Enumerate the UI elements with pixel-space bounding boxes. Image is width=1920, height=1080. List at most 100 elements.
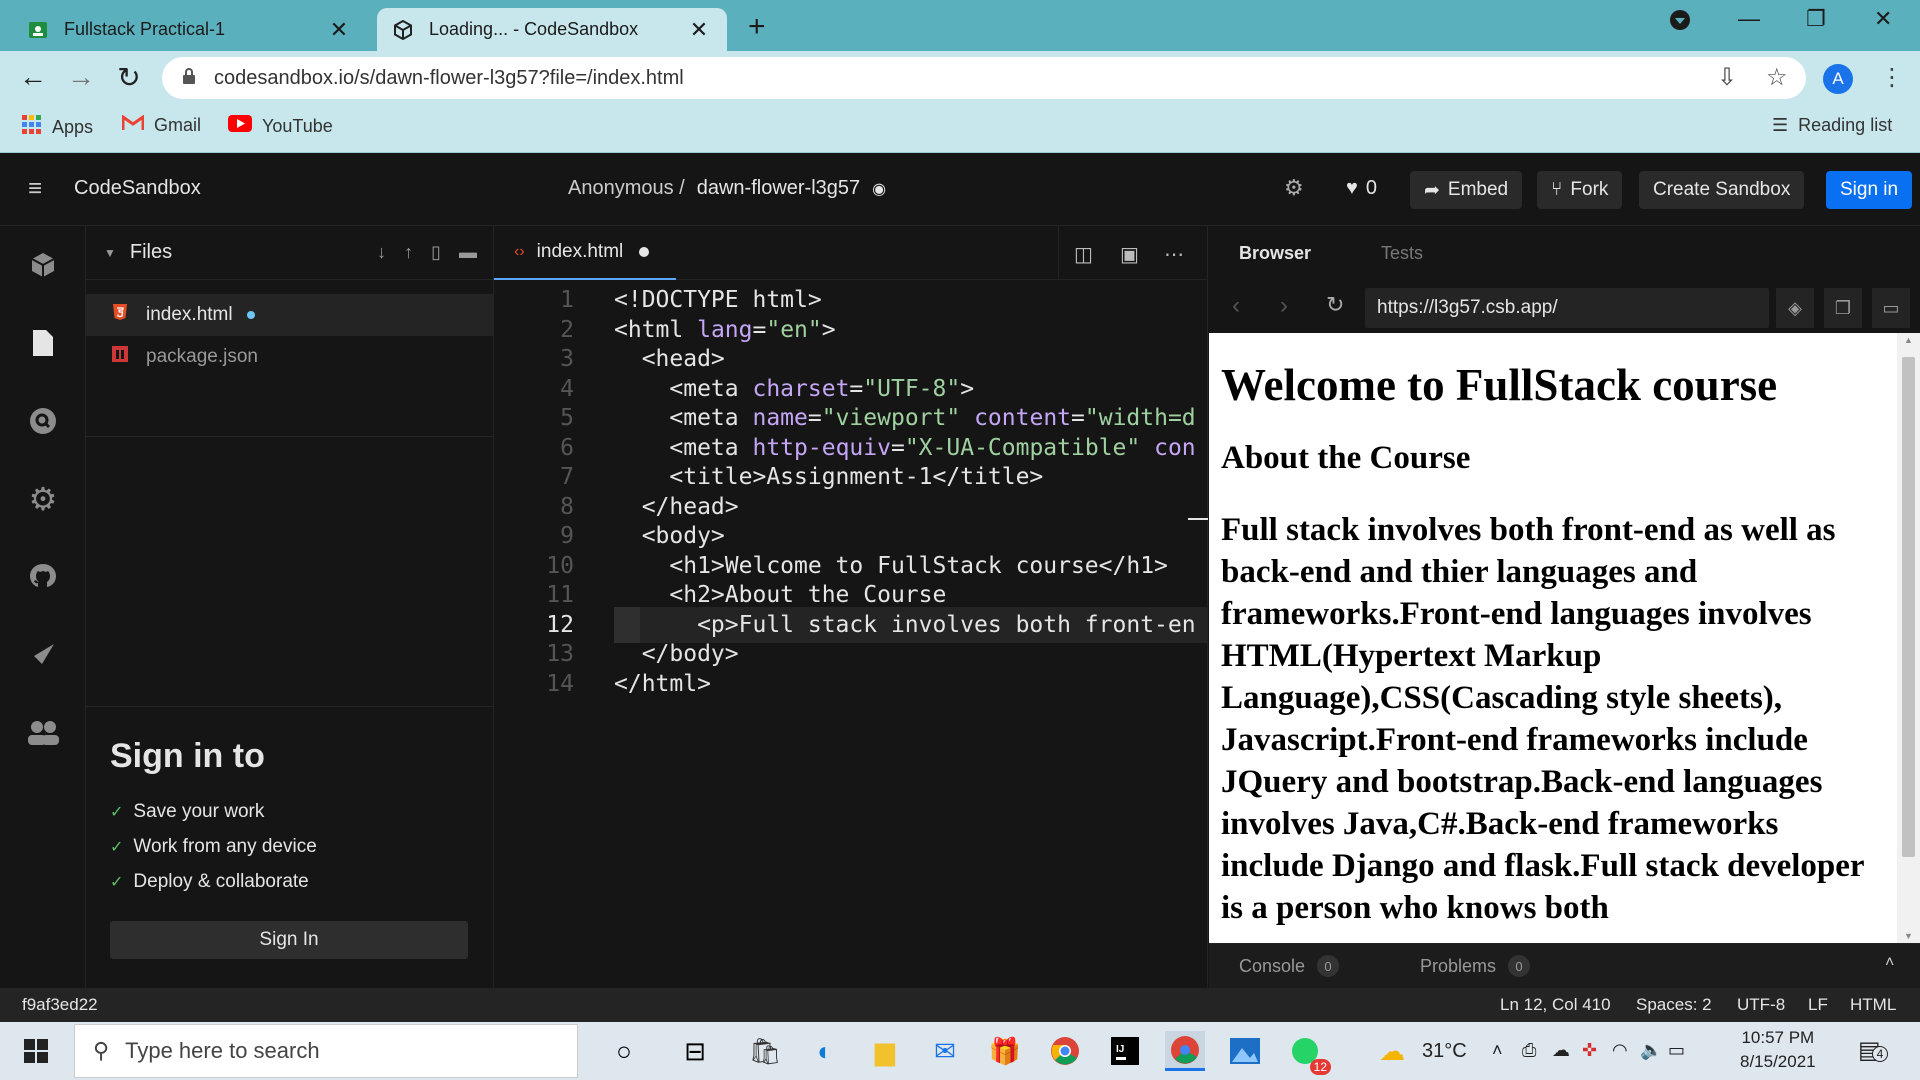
browser-tab-fullstack[interactable]: Fullstack Practical-1 ✕ [12,8,367,51]
edge-icon[interactable]: ◐ [805,1031,845,1071]
temperature[interactable]: 31°C [1422,1040,1467,1063]
minimize-icon[interactable]: — [1738,6,1760,32]
scrollbar-thumb[interactable] [1902,357,1915,857]
show-hidden-icons-icon[interactable]: ˄ [1492,1040,1503,1061]
browser-tab-codesandbox[interactable]: Loading... - CodeSandbox ✕ [377,8,727,51]
file-item-index-html[interactable]: index.html [86,294,493,336]
encoding[interactable]: UTF-8 [1737,995,1785,1015]
gift-icon[interactable]: 🎁 [985,1031,1025,1071]
preview-url-input[interactable]: https://l3g57.csb.app/ [1365,288,1769,328]
reading-list[interactable]: ☰ Reading list [1772,115,1892,136]
tab-tests[interactable]: Tests [1381,243,1423,264]
battery-icon[interactable]: ▭ [1668,1040,1685,1061]
open-in-window-icon[interactable]: ❐ [1824,288,1862,328]
code-line[interactable]: 14 </html> [494,666,1208,702]
bookmark-apps[interactable]: Apps [22,115,93,140]
new-folder-icon[interactable]: ▬ [459,242,477,263]
code-area[interactable]: 1 <!DOCTYPE html> 2 <html lang="en"> 3 <head… [494,282,1208,988]
upload-icon[interactable]: ↑ [404,242,413,263]
preview-refresh-icon[interactable]: ↻ [1326,292,1344,318]
sandbox-name[interactable]: dawn-flower-l3g57 [697,177,860,200]
split-view-icon[interactable]: ◫ [1074,242,1093,267]
forward-icon[interactable]: → [64,61,98,93]
meet-now-icon[interactable]: ⎙ [1522,1040,1536,1061]
console-tab[interactable]: Console 0 [1239,955,1340,977]
create-sandbox-button[interactable]: Create Sandbox [1639,171,1805,209]
brand-name[interactable]: CodeSandbox [74,177,201,200]
onedrive-icon[interactable]: ☁ [1552,1040,1570,1061]
store-icon[interactable]: 🛍 [745,1031,785,1071]
address-bar[interactable]: codesandbox.io/s/dawn-flower-l3g57?file=… [162,57,1806,99]
install-icon[interactable]: ⇩ [1717,63,1737,92]
problems-tab[interactable]: Problems 0 [1420,955,1531,977]
notification-center-icon[interactable]: ▤ 4 [1858,1036,1888,1065]
close-tab-icon[interactable]: ✕ [687,17,711,43]
bookmark-star-icon[interactable]: ☆ [1766,63,1788,92]
chrome-profile-icon[interactable] [1165,1031,1205,1071]
line-ending[interactable]: LF [1808,995,1828,1015]
wifi-icon[interactable]: ◠ [1612,1040,1628,1061]
new-file-icon[interactable]: ▯ [431,242,441,263]
fork-button[interactable]: ⑂ Fork [1537,171,1623,209]
preview-forward-icon[interactable]: › [1280,292,1288,320]
expand-chevron-icon[interactable]: ˄ [1885,954,1894,972]
tab-browser[interactable]: Browser [1239,243,1311,264]
menu-icon[interactable]: ⋮ [1880,63,1904,92]
new-tab-button[interactable]: + [748,10,766,44]
task-view-icon[interactable]: ⊟ [675,1031,715,1071]
mail-icon[interactable]: ✉ [925,1031,965,1071]
windows-start-icon[interactable] [16,1031,56,1071]
bookmark-gmail[interactable]: Gmail [121,114,201,136]
preview-scrollbar[interactable]: ▲ ▼ [1897,333,1920,943]
scroll-up-icon[interactable]: ▲ [1904,335,1913,345]
sandbox-info-icon[interactable] [26,248,60,282]
hamburger-menu-icon[interactable]: ≡ [28,175,42,203]
line-number: 1 [560,287,574,313]
settings-gear-icon[interactable]: ⚙ [1284,175,1304,201]
volume-icon[interactable]: 🔈 [1640,1040,1662,1061]
sign-in-button[interactable]: Sign In [110,921,468,959]
weather-icon[interactable]: ☁ [1372,1031,1412,1071]
sandbox-owner[interactable]: Anonymous / [568,177,685,200]
files-header[interactable]: ▼ Files ↓ ↑ ▯ ▬ [86,226,493,280]
language-mode[interactable]: HTML [1850,995,1896,1015]
back-icon[interactable]: ← [16,61,50,93]
devtools-icon[interactable]: ◈ [1776,288,1814,328]
github-icon[interactable] [26,560,60,594]
settings-icon[interactable]: ⚙ [26,481,60,517]
restore-icon[interactable]: ❐ [1806,6,1826,32]
close-window-icon[interactable]: ✕ [1874,6,1892,32]
close-tab-icon[interactable]: ✕ [327,17,351,43]
collapse-chevron-icon[interactable]: ▼ [104,246,116,260]
photos-icon[interactable] [1225,1031,1265,1071]
preview-back-icon[interactable]: ‹ [1232,292,1240,320]
taskbar-search[interactable]: ⚲ Type here to search [74,1024,578,1078]
more-options-icon[interactable]: ⋯ [1164,242,1184,267]
dropbox-icon[interactable]: ✜ [1582,1040,1597,1061]
deploy-rocket-icon[interactable] [26,638,60,672]
open-in-tab-icon[interactable]: ▭ [1872,288,1910,328]
profile-avatar[interactable]: A [1823,64,1853,94]
tab-search-icon[interactable] [1668,6,1692,36]
file-explorer-icon[interactable]: ▆ [865,1031,905,1071]
like-button[interactable]: ♥ 0 [1346,177,1377,200]
search-icon[interactable] [26,404,60,438]
intellij-icon[interactable]: IJ [1105,1031,1145,1071]
scroll-down-icon[interactable]: ▼ [1904,931,1913,941]
live-users-icon[interactable] [26,716,60,750]
indentation[interactable]: Spaces: 2 [1636,995,1712,1015]
download-icon[interactable]: ↓ [377,242,386,263]
file-item-package-json[interactable]: package.json [86,336,493,378]
preview-window-icon[interactable]: ▣ [1120,242,1139,267]
clock[interactable]: 10:57 PM 8/15/2021 [1740,1026,1816,1074]
cursor-position[interactable]: Ln 12, Col 410 [1500,995,1611,1015]
embed-button[interactable]: ➦ Embed [1410,171,1523,209]
whatsapp-icon[interactable]: 12 [1285,1031,1331,1075]
explorer-file-icon[interactable] [26,326,60,360]
editor-tab-index-html[interactable]: ‹› index.html [494,226,676,280]
bookmark-youtube[interactable]: YouTube [228,115,333,137]
chrome-icon[interactable] [1045,1031,1085,1071]
cortana-icon[interactable]: ○ [604,1031,644,1071]
header-sign-in-button[interactable]: Sign in [1826,171,1913,209]
reload-icon[interactable]: ↻ [112,61,146,94]
